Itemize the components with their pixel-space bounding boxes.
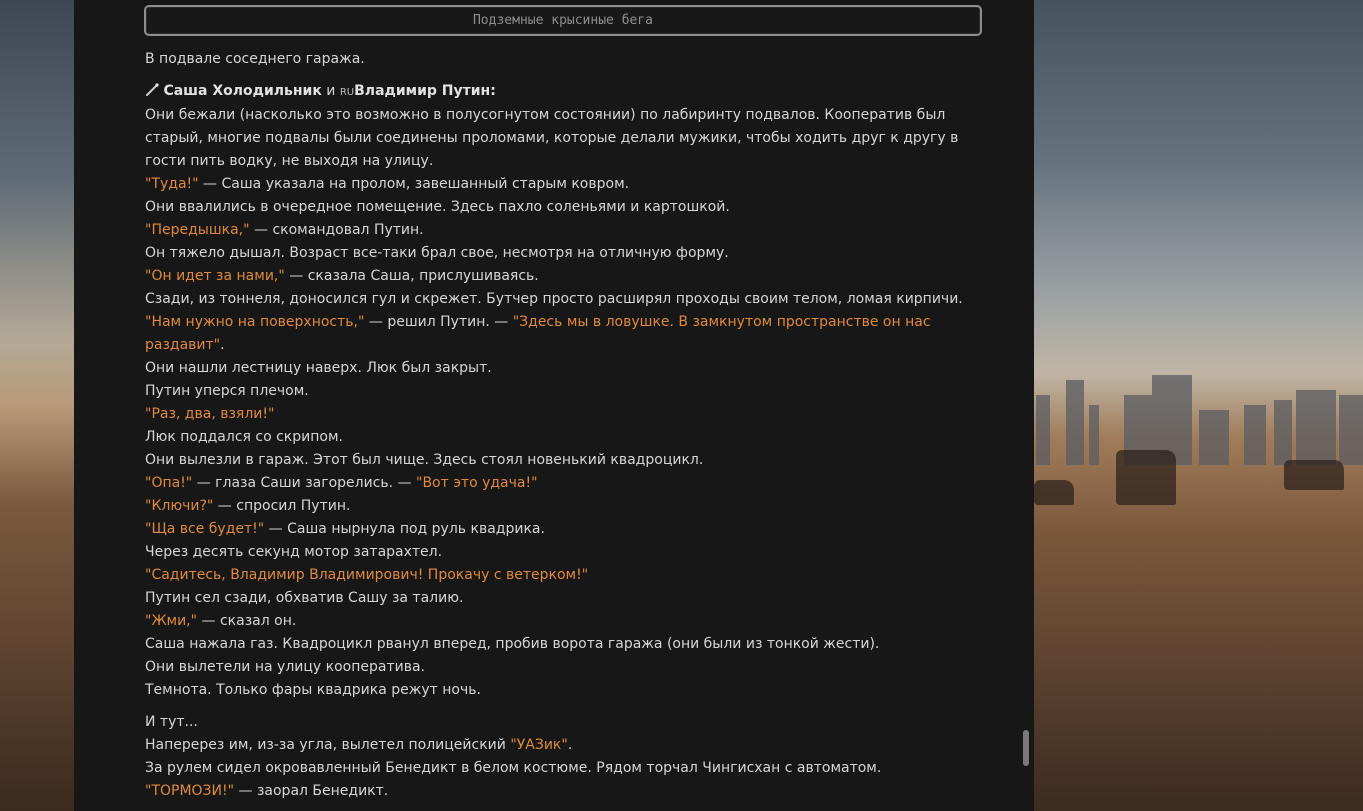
- ruin-shape: [1296, 390, 1336, 465]
- dialogue-quote: "Жми,": [145, 613, 198, 629]
- rubble-shape: [1116, 450, 1176, 505]
- rubble-shape: [1284, 460, 1344, 490]
- narration: — Саша нырнула под руль квадрика.: [264, 521, 545, 537]
- characters-header: Саша Холодильник и RUВладимир Путин:: [145, 80, 980, 104]
- story-line: "Раз, два, взяли!": [145, 403, 980, 426]
- story-line: "ТОРМОЗИ!" — заорал Бенедикт.: [145, 780, 980, 803]
- story-line: "Нам нужно на поверхность," — решил Пути…: [145, 311, 980, 357]
- narration: Наперерез им, из-за угла, вылетел полице…: [145, 737, 511, 753]
- story-line: Они бежали (насколько это возможно в пол…: [145, 107, 959, 169]
- ruin-shape: [1274, 400, 1292, 465]
- rubble-shape: [1034, 480, 1074, 505]
- story-title: Подземные крысиные бега: [144, 5, 982, 36]
- story-line: Путин сел сзади, обхватив Сашу за талию.: [145, 590, 464, 606]
- story-line: Через десять секунд мотор затарахтел.: [145, 544, 443, 560]
- dialogue-quote: "ТОРМОЗИ!": [145, 783, 235, 799]
- story-line: "Жми," — сказал он.: [145, 610, 980, 633]
- dialogue-quote: "Опа!": [145, 475, 193, 491]
- location-line: В подвале соседнего гаража.: [145, 51, 365, 67]
- dialogue-quote: "Передышка,": [145, 222, 250, 238]
- story-line: Они вылезли в гараж. Этот был чище. Здес…: [145, 452, 704, 468]
- dialogue-quote: "Раз, два, взяли!": [145, 406, 275, 422]
- story-line: Темнота. Только фары квадрика режут ночь…: [145, 682, 481, 698]
- dialogue-quote: "Туда!": [145, 176, 199, 192]
- background-left: [0, 0, 74, 811]
- narration: — решил Путин. —: [364, 314, 513, 330]
- header-colon: :: [490, 83, 496, 99]
- dialogue-quote: "Вот это удача!": [416, 475, 538, 491]
- ruin-shape: [1244, 405, 1266, 465]
- story-line: "Туда!" — Саша указала на пролом, завеша…: [145, 173, 980, 196]
- dialogue-quote: "Ща все будет!": [145, 521, 265, 537]
- story-line: "Ключи?" — спросил Путин.: [145, 495, 980, 518]
- story-line: "Передышка," — скомандовал Путин.: [145, 219, 980, 242]
- story-line: Они нашли лестницу наверх. Люк был закры…: [145, 360, 492, 376]
- ruin-shape: [1339, 395, 1363, 465]
- dialogue-quote: "Ключи?": [145, 498, 214, 514]
- ruin-shape: [1036, 395, 1050, 465]
- dialogue-quote: "Садитесь, Владимир Владимирович! Прокач…: [145, 567, 589, 583]
- narration: — спросил Путин.: [213, 498, 351, 514]
- narration: .: [220, 337, 225, 353]
- story-line: Наперерез им, из-за угла, вылетел полице…: [145, 734, 980, 757]
- story-line: Путин уперся плечом.: [145, 383, 309, 399]
- narration: .: [567, 737, 573, 753]
- scrollbar-thumb[interactable]: [1023, 730, 1029, 766]
- dialogue-quote: "УАЗик": [510, 737, 568, 753]
- story-line: Он тяжело дышал. Возраст все-таки брал с…: [145, 245, 729, 261]
- ruin-shape: [1199, 410, 1229, 465]
- narration: — скомандовал Путин.: [249, 222, 424, 238]
- character-name: Владимир Путин: [354, 83, 491, 99]
- wand-icon: [145, 83, 163, 99]
- story-line: "Ща все будет!" — Саша нырнула под руль …: [145, 518, 980, 541]
- narration: — сказал он.: [197, 613, 297, 629]
- background-right: [1034, 0, 1363, 811]
- narration: — сказала Саша, прислушиваясь.: [284, 268, 539, 284]
- story-line: Люк поддался со скрипом.: [145, 429, 343, 445]
- story-line: "Опа!" — глаза Саши загорелись. — "Вот э…: [145, 472, 980, 495]
- ruin-shape: [1066, 380, 1084, 465]
- story-line: Они ввалились в очередное помещение. Зде…: [145, 199, 730, 215]
- story-content: В подвале соседнего гаража. Саша Холодил…: [145, 48, 980, 803]
- story-line: "Он идет за нами," — сказала Саша, присл…: [145, 265, 980, 288]
- dialogue-quote: "Он идет за нами,": [145, 268, 285, 284]
- story-line: Сзади, из тоннеля, доносился гул и скреж…: [145, 291, 963, 307]
- narration: — глаза Саши загорелись. —: [192, 475, 417, 491]
- character-name: Саша Холодильник: [163, 83, 322, 99]
- dialogue-quote: "Нам нужно на поверхность,": [145, 314, 365, 330]
- and-text: и: [321, 83, 340, 99]
- narration: — заорал Бенедикт.: [234, 783, 389, 799]
- story-line: Саша нажала газ. Квадроцикл рванул впере…: [145, 636, 880, 652]
- story-line: За рулем сидел окровавленный Бенедикт в …: [145, 760, 882, 776]
- ru-flag-icon: RU: [339, 87, 355, 98]
- story-line: "Садитесь, Владимир Владимирович! Прокач…: [145, 564, 980, 587]
- ruin-shape: [1089, 405, 1099, 465]
- story-line: И тут...: [145, 714, 198, 730]
- story-line: Они вылетели на улицу кооператива.: [145, 659, 425, 675]
- narration: — Саша указала на пролом, завешанный ста…: [198, 176, 630, 192]
